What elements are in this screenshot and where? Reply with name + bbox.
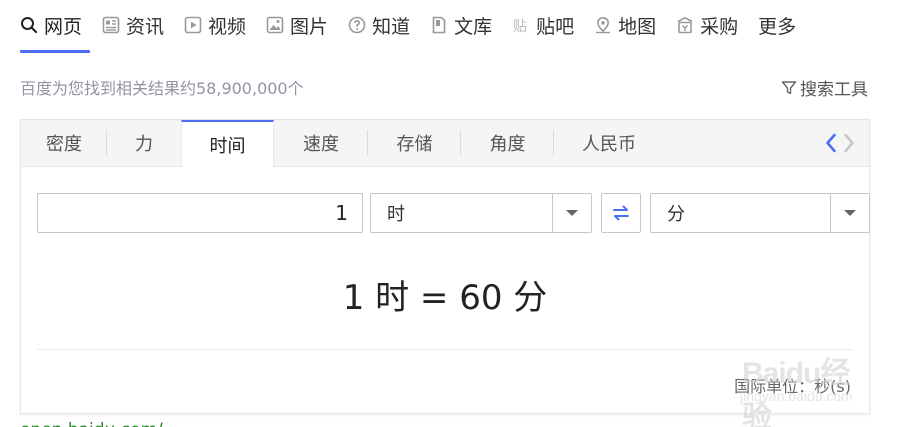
value-input[interactable]: [37, 193, 363, 233]
video-icon: [184, 16, 202, 34]
nav-item-tieba[interactable]: 贴 贴吧: [512, 10, 574, 40]
tab-speed[interactable]: 速度: [274, 120, 368, 166]
nav-item-label: 网页: [44, 15, 83, 38]
map-icon: [594, 16, 612, 34]
shop-icon: [676, 16, 694, 34]
nav-item-label: 采购: [700, 15, 739, 38]
nav-item-label: 更多: [758, 15, 797, 38]
document-icon: [430, 16, 448, 34]
conversion-result: 1 时 = 60 分: [342, 278, 548, 318]
nav-item-purchase[interactable]: 采购: [676, 10, 738, 40]
tab-density[interactable]: 密度: [21, 120, 107, 166]
question-icon: [348, 16, 366, 34]
nav-item-news[interactable]: 资讯: [102, 10, 164, 40]
converter-tabs: 密度 力 时间 速度 存储 角度 人民币: [21, 120, 869, 167]
nav-item-map[interactable]: 地图: [594, 10, 656, 40]
tab-label: 时间: [209, 135, 246, 157]
chevron-left-icon[interactable]: [825, 133, 837, 153]
tab-storage[interactable]: 存储: [368, 120, 461, 166]
tab-label: 角度: [489, 134, 526, 155]
swap-units-button[interactable]: [601, 193, 641, 233]
tab-label: 速度: [303, 134, 339, 155]
nav-item-web[interactable]: 网页: [20, 10, 90, 53]
from-unit-value: 时: [387, 204, 405, 225]
card-divider: [37, 349, 853, 350]
nav-item-images[interactable]: 图片: [266, 10, 328, 40]
search-nav: 网页 资讯 视频 图片 知道 文库 贴 贴吧 地图 采购 更多: [20, 10, 816, 53]
svg-text:贴: 贴: [513, 19, 527, 34]
tab-label: 人民币: [582, 134, 636, 155]
search-tools-button[interactable]: 搜索工具: [781, 75, 868, 100]
result-count: 百度为您找到相关结果约58,900,000个: [20, 79, 304, 98]
watermark-domain: jingyan.baidu.com: [740, 388, 853, 404]
nav-item-more[interactable]: 更多: [758, 10, 796, 40]
chevron-right-icon[interactable]: [843, 133, 855, 153]
baidu-jingyan-watermark: Baidu经验 jingyan.baidu.com: [740, 348, 872, 427]
nav-item-label: 图片: [290, 15, 329, 38]
tieba-icon: 贴: [512, 16, 530, 34]
nav-item-label: 视频: [208, 15, 247, 38]
nav-active-underline: [20, 50, 90, 53]
tab-arrows: [825, 133, 855, 153]
to-unit-select[interactable]: 分: [650, 193, 870, 233]
nav-item-label: 贴吧: [536, 15, 575, 38]
search-icon: [20, 16, 38, 34]
dropdown-arrow-icon[interactable]: [552, 194, 591, 232]
from-unit-select[interactable]: 时: [370, 193, 592, 233]
tab-force[interactable]: 力: [107, 120, 181, 166]
swap-icon: [611, 203, 631, 223]
search-results-page: 网页 资讯 视频 图片 知道 文库 贴 贴吧 地图 采购 更多 百度为您找到相关…: [0, 0, 914, 427]
nav-item-label: 知道: [372, 15, 411, 38]
filter-icon: [781, 80, 800, 96]
news-icon: [102, 16, 120, 34]
source-link[interactable]: open.baidu.com/: [20, 418, 163, 427]
tab-label: 存储: [396, 134, 433, 155]
nav-item-wenku[interactable]: 文库: [430, 10, 492, 40]
nav-item-label: 资讯: [126, 15, 165, 38]
converter-input-row: 时 分: [37, 193, 870, 233]
image-icon: [266, 16, 284, 34]
nav-item-label: 文库: [454, 15, 493, 38]
tab-label: 力: [135, 134, 153, 155]
search-tools-label: 搜索工具: [800, 80, 868, 100]
dropdown-arrow-icon[interactable]: [830, 194, 869, 232]
tab-label: 密度: [46, 134, 82, 155]
tab-angle[interactable]: 角度: [461, 120, 554, 166]
tab-time[interactable]: 时间: [181, 120, 274, 167]
to-unit-value: 分: [667, 204, 685, 225]
nav-item-zhidao[interactable]: 知道: [348, 10, 410, 40]
tab-rmb[interactable]: 人民币: [554, 120, 664, 166]
nav-item-label: 地图: [618, 15, 657, 38]
nav-item-video[interactable]: 视频: [184, 10, 246, 40]
